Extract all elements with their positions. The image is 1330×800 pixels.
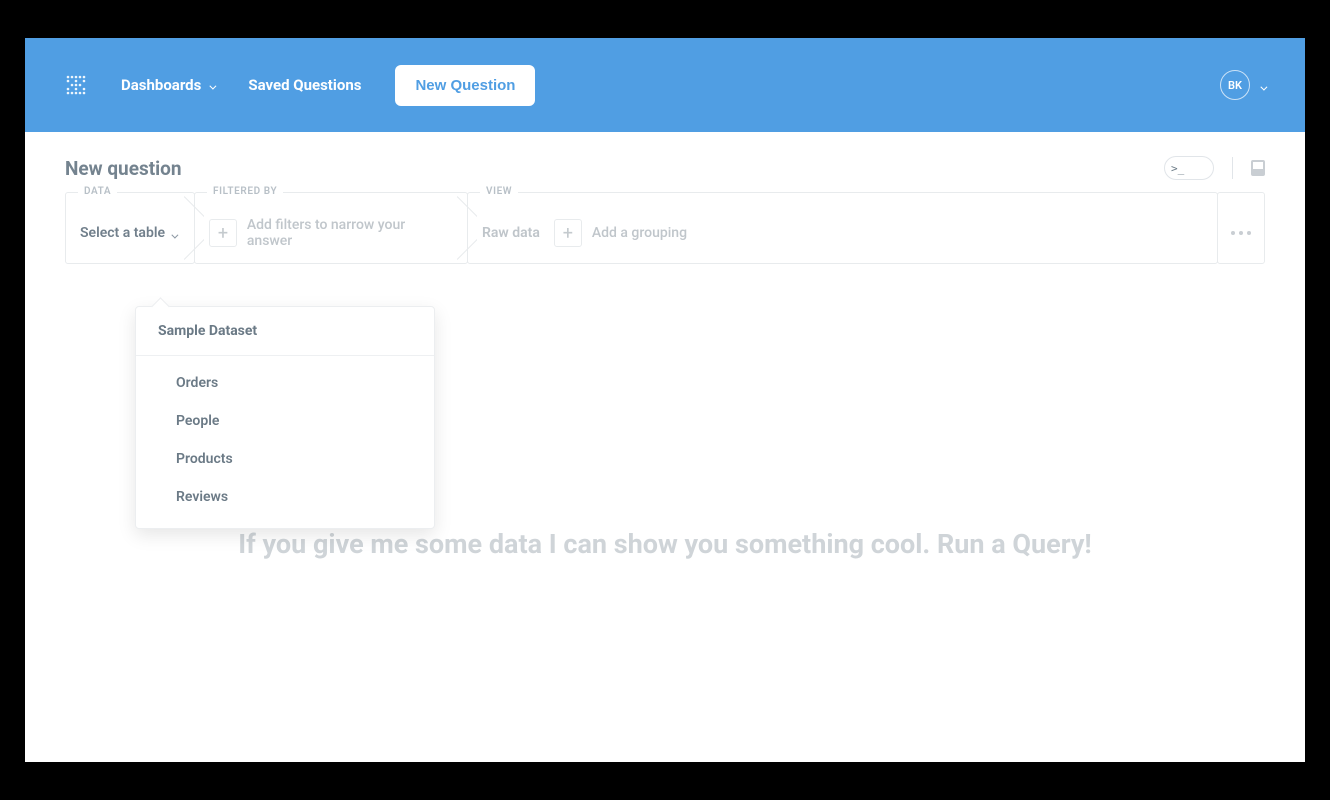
grouping-hint: Add a grouping — [592, 225, 687, 241]
user-avatar[interactable]: BK — [1220, 70, 1250, 100]
console-icon: >_ — [1171, 163, 1184, 174]
view-segment-label: VIEW — [480, 186, 518, 197]
dot-icon — [1239, 231, 1243, 235]
page-header: New question >_ — [25, 132, 1305, 192]
nav-saved-questions-label: Saved Questions — [248, 76, 361, 94]
user-menu-chevron-icon[interactable] — [1260, 76, 1265, 95]
nav-dashboards-label: Dashboards — [121, 76, 201, 94]
sql-toggle[interactable]: >_ — [1164, 156, 1214, 180]
separator — [1232, 157, 1233, 179]
filter-hint: Add filters to narrow your answer — [247, 217, 453, 249]
dropdown-body: Orders People Products Reviews — [136, 356, 434, 528]
metabase-logo-icon[interactable] — [65, 74, 87, 96]
nav-saved-questions[interactable]: Saved Questions — [248, 76, 361, 94]
page-title: New question — [65, 157, 182, 180]
dot-icon — [1231, 231, 1235, 235]
dropdown-item-people[interactable]: People — [136, 402, 434, 440]
more-options[interactable] — [1217, 192, 1265, 264]
nav-dashboards[interactable]: Dashboards — [121, 76, 214, 94]
view-raw-data[interactable]: Raw data — [482, 225, 540, 241]
dropdown-database-header[interactable]: Sample Dataset — [136, 307, 434, 356]
dot-icon — [1247, 231, 1251, 235]
dropdown-item-orders[interactable]: Orders — [136, 364, 434, 402]
save-icon[interactable] — [1251, 160, 1265, 176]
add-grouping-button[interactable]: + — [554, 219, 582, 247]
dropdown-item-reviews[interactable]: Reviews — [136, 478, 434, 516]
app-window: Dashboards Saved Questions New Question … — [25, 38, 1305, 762]
empty-state-message: If you give me some data I can show you … — [25, 528, 1305, 560]
new-question-button[interactable]: New Question — [395, 65, 535, 106]
dropdown-item-products[interactable]: Products — [136, 440, 434, 478]
top-navbar: Dashboards Saved Questions New Question … — [25, 38, 1305, 132]
filter-segment: FILTERED BY + Add filters to narrow your… — [194, 192, 468, 264]
table-select-dropdown: Sample Dataset Orders People Products Re… — [135, 306, 435, 529]
query-builder-bar: DATA Select a table FILTERED BY + Add fi… — [65, 192, 1265, 264]
select-table-trigger[interactable]: Select a table — [80, 225, 165, 241]
chevron-down-icon — [171, 224, 176, 243]
chevron-down-icon — [209, 76, 214, 94]
data-segment-label: DATA — [78, 186, 117, 197]
data-segment: DATA Select a table — [65, 192, 195, 264]
add-filter-button[interactable]: + — [209, 219, 237, 247]
view-segment: VIEW Raw data + Add a grouping — [467, 192, 1218, 264]
filter-segment-label: FILTERED BY — [207, 186, 283, 197]
